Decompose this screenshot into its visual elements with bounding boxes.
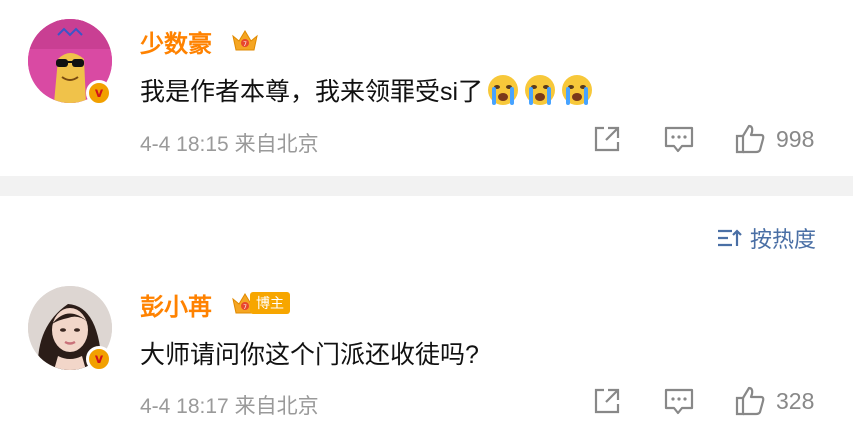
sort-label: 按热度 xyxy=(750,227,817,252)
sort-toggle[interactable]: 按热度 xyxy=(716,224,816,252)
comment-text: 我是作者本尊，我来领罪受si了 xyxy=(140,72,594,110)
like-count: 328 xyxy=(776,388,815,414)
blogger-badge: 博主 xyxy=(250,292,290,314)
crying-face-icon xyxy=(488,75,519,106)
comment-icon[interactable] xyxy=(662,384,696,418)
username[interactable]: 彭小苒 xyxy=(140,287,212,322)
comment-meta: 4-4 18:15 来自北京 xyxy=(140,128,319,158)
thumbs-up-icon[interactable] xyxy=(733,122,767,156)
share-icon[interactable] xyxy=(590,384,624,418)
comment-time: 4-4 18:17 xyxy=(140,395,229,418)
comment-source: 来自北京 xyxy=(234,133,319,156)
crying-face-icon xyxy=(562,75,593,106)
svg-text:7: 7 xyxy=(243,41,247,48)
like-count: 998 xyxy=(776,126,815,152)
username[interactable]: 少数豪 xyxy=(140,24,212,59)
crying-face-icon xyxy=(525,75,556,106)
verified-badge-icon: v xyxy=(86,346,112,372)
comment-item: v 少数豪 7 我是作者本尊，我来领罪受si了 4-4 18:15 来自北京 9… xyxy=(0,0,853,176)
sort-icon xyxy=(718,229,742,247)
verified-badge-icon: v xyxy=(86,80,112,106)
comment-icon[interactable] xyxy=(662,122,696,156)
crown-icon: 7 xyxy=(232,30,258,51)
comment-text: 大师请问你这个门派还收徒吗? xyxy=(140,341,479,369)
comment-item: v 彭小苒 7 博主 大师请问你这个门派还收徒吗? 4-4 18:17 来自北京… xyxy=(0,280,853,433)
comment-time: 4-4 18:15 xyxy=(140,133,229,156)
section-divider xyxy=(0,176,853,196)
thumbs-up-icon[interactable] xyxy=(733,384,767,418)
comment-source: 来自北京 xyxy=(234,395,319,418)
share-icon[interactable] xyxy=(590,122,624,156)
comment-meta: 4-4 18:17 来自北京 xyxy=(140,390,319,420)
svg-text:7: 7 xyxy=(243,304,247,311)
